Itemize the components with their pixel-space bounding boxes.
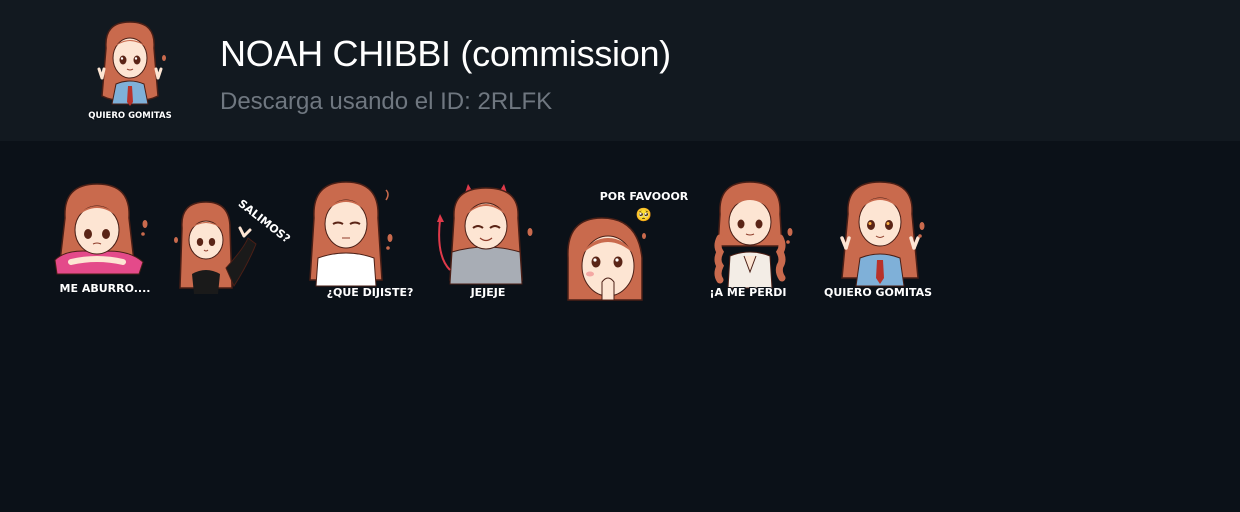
sticker-jejeje[interactable]: JEJEJE [430, 178, 542, 304]
sticker-por-favooor[interactable]: POR FAVOOOR 🥺 [562, 178, 690, 304]
sticker-quiero-gomitas[interactable]: QUIERO GOMITAS [823, 178, 938, 304]
sticker-pack-header: QUIERO GOMITAS NOAH CHIBBI (commission) … [0, 0, 1240, 141]
sticker-caption: QUIERO GOMITAS [824, 286, 932, 299]
sticker-caption: JEJEJE [470, 286, 506, 299]
sticker-salimos[interactable]: SALIMOS? [170, 178, 294, 304]
sticker-caption: ¡A ME PERDI [710, 286, 787, 299]
pack-cover-sticker: QUIERO GOMITAS [87, 18, 173, 122]
sticker-caption: ME ABURRO.... [60, 282, 151, 295]
pleading-face-emoji: 🥺 [636, 207, 652, 222]
pack-cover-caption: QUIERO GOMITAS [88, 111, 172, 121]
sticker-a-me-perdi[interactable]: ¡A ME PERDI [696, 178, 808, 304]
sticker-caption: SALIMOS? [236, 197, 293, 246]
sticker-caption: ¿QUE DIJISTE? [327, 286, 414, 299]
sticker-me-aburro[interactable]: ME ABURRO.... [47, 178, 159, 304]
sticker-caption: POR FAVOOOR [600, 190, 689, 203]
download-id-text: Descarga usando el ID: 2RLFK [220, 88, 553, 115]
sticker-que-dijiste[interactable]: ¿QUE DIJISTE? [300, 178, 414, 304]
pack-title: NOAH CHIBBI (commission) [220, 33, 671, 74]
